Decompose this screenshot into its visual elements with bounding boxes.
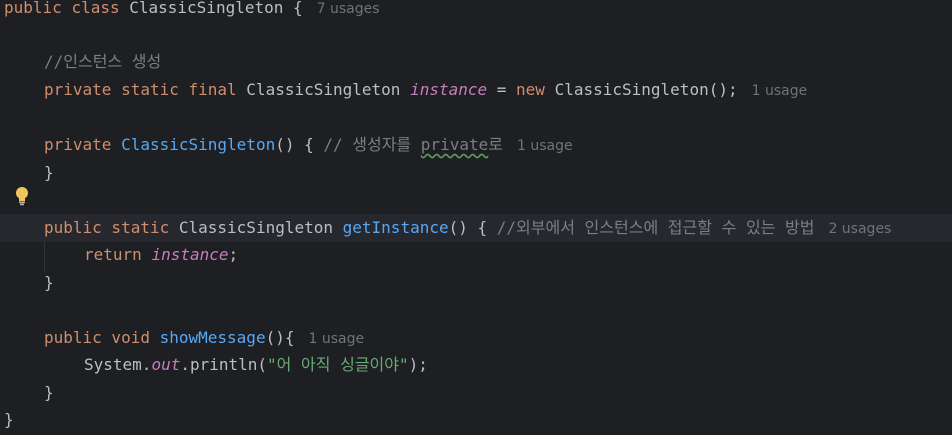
keyword-modifiers: private static final <box>44 80 237 99</box>
code-line-get-instance[interactable]: public static ClassicSingleton getInstan… <box>0 214 952 242</box>
close-brace: } <box>44 273 54 292</box>
comment-typo: private <box>420 135 489 154</box>
params: () { <box>448 218 497 237</box>
code-line-close-brace[interactable]: } <box>0 159 952 187</box>
usages-hint[interactable]: 1 usage <box>308 331 364 347</box>
close-brace: } <box>4 410 14 429</box>
type-name: ClassicSingleton <box>246 80 401 99</box>
constructor-name: ClassicSingleton <box>121 135 276 154</box>
keyword-public: public <box>4 0 62 17</box>
static-field-out: out <box>151 355 181 374</box>
assign-operator: = <box>487 80 517 99</box>
keyword-class: class <box>71 0 120 17</box>
code-line-field-declaration[interactable]: private static final ClassicSingleton in… <box>0 76 952 104</box>
code-editor[interactable]: public class ClassicSingleton {7 usages … <box>0 0 952 435</box>
close-brace: } <box>44 383 54 402</box>
params: (){ <box>265 328 295 347</box>
keyword-return: return <box>84 245 142 264</box>
keyword-private: private <box>44 135 112 154</box>
field-name: instance <box>151 245 229 264</box>
usages-hint[interactable]: 2 usages <box>828 221 891 237</box>
comment-suffix: 로 <box>488 135 503 154</box>
usages-hint[interactable]: 7 usages <box>317 1 380 17</box>
keyword-new: new <box>516 80 545 99</box>
code-line-comment[interactable]: //인스턴스 생성 <box>0 48 952 76</box>
class-name: ClassicSingleton <box>129 0 284 17</box>
string-literal: "어 아직 싱글이야" <box>267 355 409 374</box>
method-name: getInstance <box>342 218 449 237</box>
method-name: showMessage <box>159 328 266 347</box>
semicolon: ; <box>228 245 239 264</box>
keyword-modifiers: public void <box>44 328 150 347</box>
comment-prefix: // 생성자를 <box>323 135 421 154</box>
params: () { <box>275 135 324 154</box>
type-name: ClassicSingleton <box>178 218 333 237</box>
comment: //인스턴스 생성 <box>44 52 162 71</box>
open-brace: { <box>283 0 303 17</box>
constructor-call: ClassicSingleton(); <box>554 80 738 99</box>
call-end: ); <box>408 355 428 374</box>
comment: //외부에서 인스턴스에 접근할 수 있는 방법 <box>496 218 815 237</box>
usages-hint[interactable]: 1 usage <box>752 83 808 99</box>
field-name: instance <box>410 80 488 99</box>
code-line-close-brace[interactable]: } <box>0 269 952 297</box>
system-class: System. <box>84 355 152 374</box>
code-line-class-close-brace[interactable]: } <box>0 406 952 434</box>
code-line-class-declaration[interactable]: public class ClassicSingleton {7 usages <box>0 0 952 22</box>
keyword-modifiers: public static <box>44 218 170 237</box>
code-line-show-message[interactable]: public void showMessage(){ 1 usage <box>0 324 952 352</box>
lightbulb-icon[interactable] <box>14 186 30 206</box>
code-line-println[interactable]: System.out.println("어 아직 싱글이야"); <box>0 351 952 379</box>
code-line-return[interactable]: return instance; <box>0 241 952 269</box>
code-line-constructor[interactable]: private ClassicSingleton() { // 생성자를 pri… <box>0 131 952 159</box>
println-call: .println( <box>180 355 268 374</box>
usages-hint[interactable]: 1 usage <box>517 138 573 154</box>
close-brace: } <box>44 163 54 182</box>
code-line-close-brace[interactable]: } <box>0 379 952 407</box>
